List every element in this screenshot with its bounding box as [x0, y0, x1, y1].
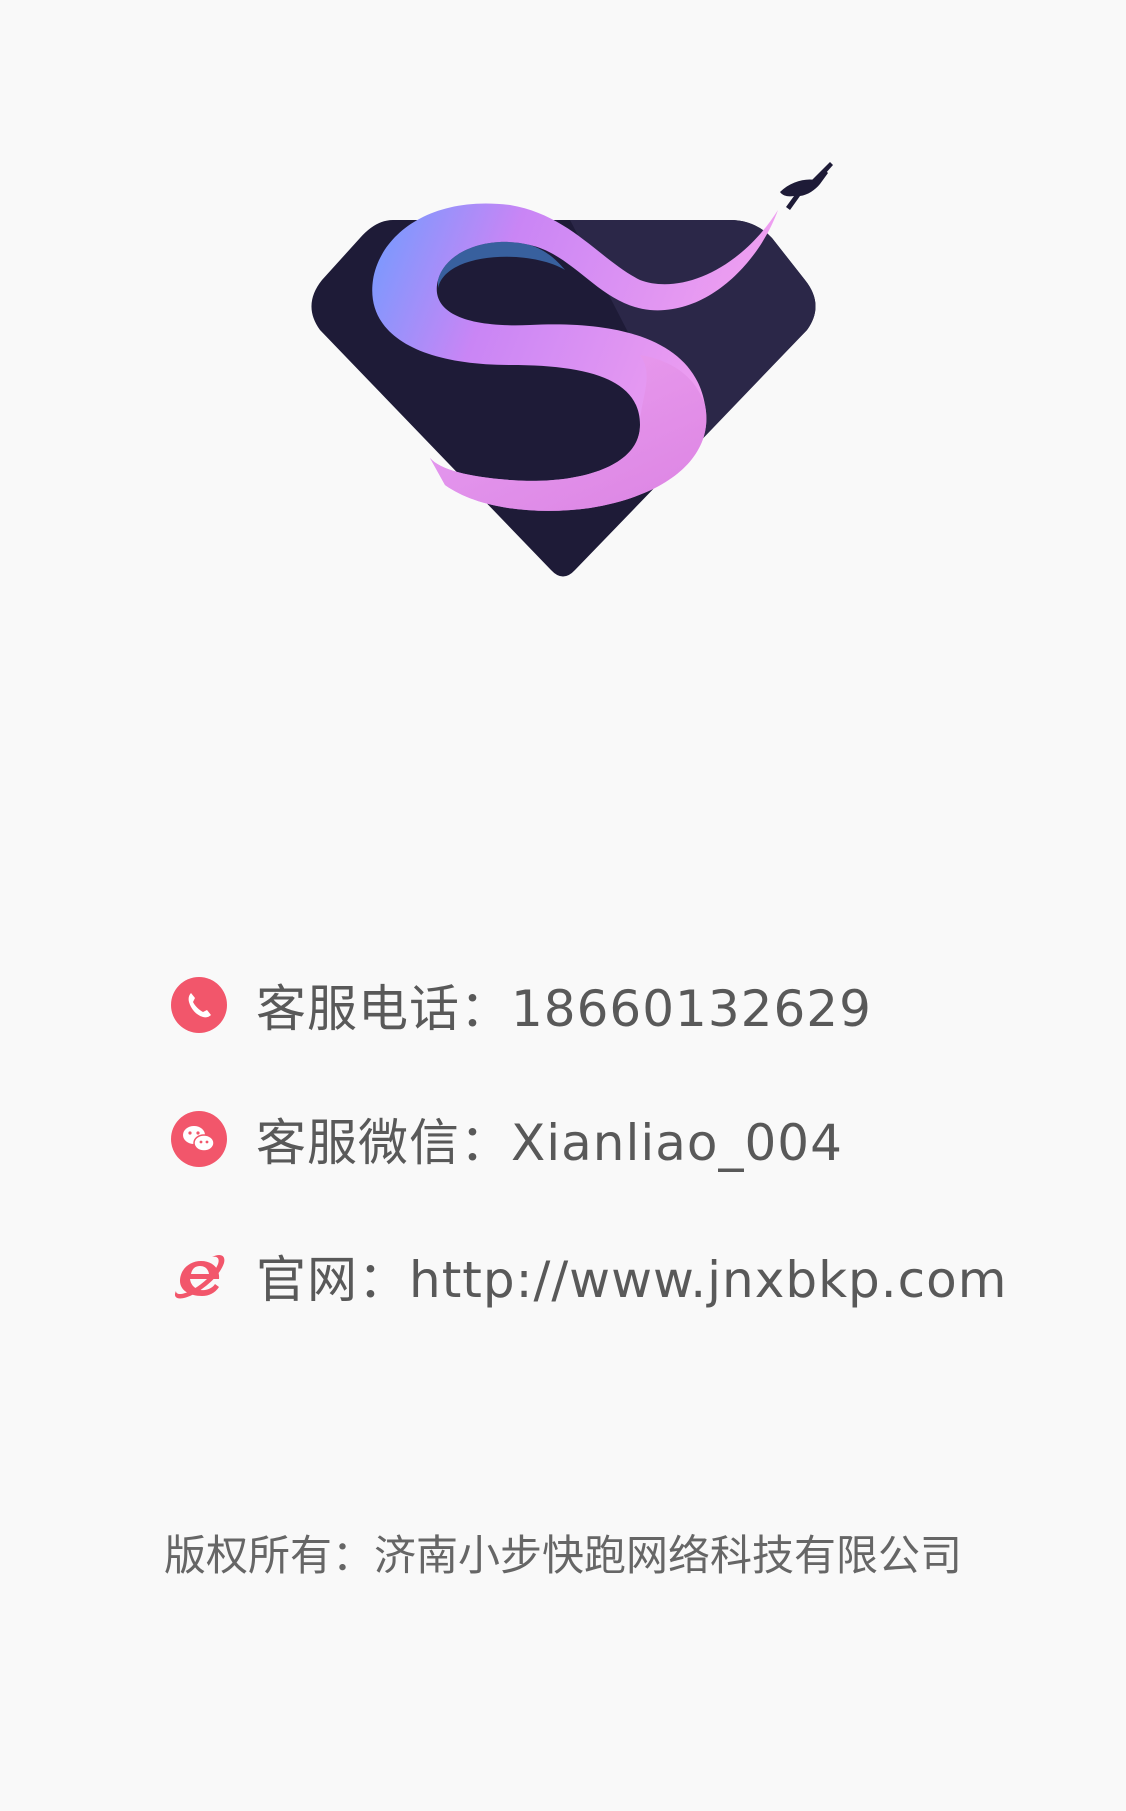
- website-row[interactable]: 官网：http://www.jnxbkp.com: [170, 1236, 1007, 1316]
- wechat-row[interactable]: 客服微信：Xianliao_004: [170, 1099, 843, 1179]
- wechat-icon: [171, 1111, 227, 1167]
- phone-icon: [171, 977, 227, 1033]
- phone-text: 客服电话：18660132629: [256, 980, 872, 1038]
- wechat-text: 客服微信：Xianliao_004: [256, 1114, 843, 1172]
- browser-e-icon: [174, 1255, 225, 1299]
- copyright-text: 版权所有：济南小步快跑网络科技有限公司: [163, 1531, 962, 1580]
- flying-hero-icon: [780, 162, 833, 210]
- website-text[interactable]: 官网：http://www.jnxbkp.com: [256, 1240, 1007, 1312]
- phone-row[interactable]: 客服电话：18660132629: [170, 965, 872, 1045]
- app-logo: [311, 162, 833, 577]
